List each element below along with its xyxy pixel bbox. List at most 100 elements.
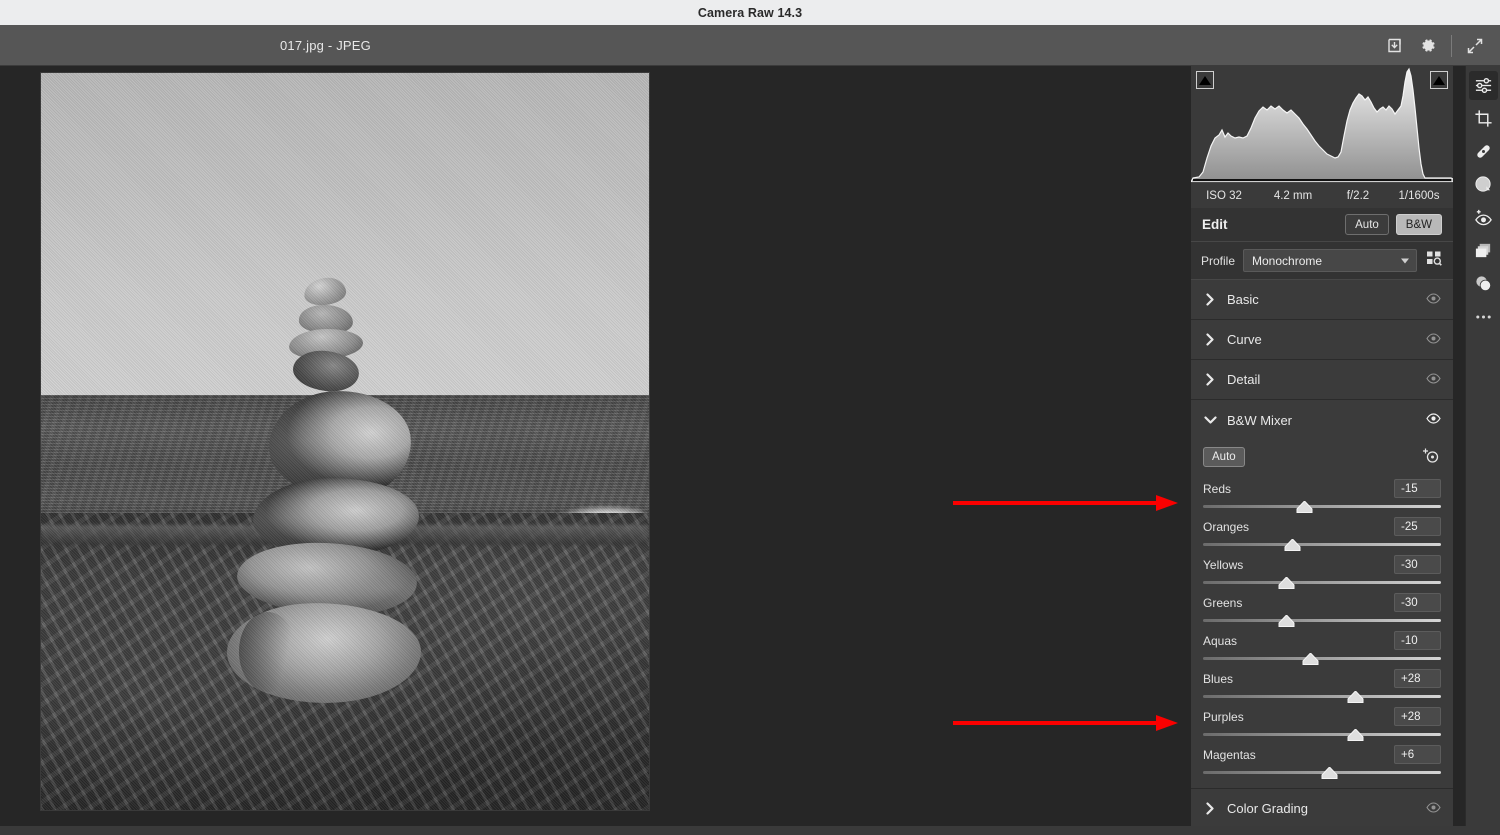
- slider-bar: [1203, 657, 1441, 660]
- stacked-layers-icon: [1475, 243, 1490, 258]
- slider-bar: [1203, 543, 1441, 546]
- slider-value-field[interactable]: -10: [1394, 631, 1441, 650]
- save-download-icon: [1387, 38, 1401, 53]
- eye-icon[interactable]: [1426, 800, 1441, 818]
- camera-raw-window: Camera Raw 14.3 017.jpg - JPEG ISO 32 4.…: [0, 0, 1500, 835]
- section-label: Detail: [1227, 372, 1261, 387]
- eye-icon[interactable]: [1426, 411, 1441, 429]
- slider-bar: [1203, 581, 1441, 584]
- crop-icon: [1474, 110, 1492, 127]
- slider-thumb[interactable]: [1278, 615, 1295, 627]
- sidebar-item-curve[interactable]: Curve: [1191, 320, 1453, 360]
- more-tool[interactable]: [1469, 302, 1498, 331]
- gear-icon: [1421, 39, 1435, 52]
- save-image-button[interactable]: [1377, 29, 1411, 63]
- profile-row: Profile Monochrome: [1191, 242, 1453, 280]
- slider-track[interactable]: [1203, 729, 1441, 741]
- filename-label: 017.jpg - JPEG: [280, 38, 371, 53]
- highlight-clipping-indicator[interactable]: [1430, 71, 1448, 89]
- slider-label: Blues: [1203, 671, 1234, 686]
- sidebar-item-detail[interactable]: Detail: [1191, 360, 1453, 400]
- profile-label: Profile: [1201, 253, 1236, 268]
- eye-icon[interactable]: [1426, 291, 1441, 309]
- image-canvas[interactable]: [0, 66, 1191, 826]
- slider-value-field[interactable]: -15: [1394, 479, 1441, 498]
- red-eye-icon: [1474, 209, 1492, 226]
- shadow-clipping-indicator[interactable]: [1196, 71, 1214, 89]
- profile-browser-button[interactable]: [1425, 249, 1443, 272]
- slider-thumb[interactable]: [1321, 767, 1338, 779]
- histogram[interactable]: [1191, 66, 1453, 182]
- slider-thumb[interactable]: [1278, 577, 1295, 589]
- section-label: B&W Mixer: [1227, 412, 1292, 428]
- slider-thumb[interactable]: [1347, 729, 1364, 741]
- bw-mixer-auto-button[interactable]: Auto: [1203, 447, 1245, 467]
- presets-tool[interactable]: [1469, 236, 1498, 265]
- slider-value-field[interactable]: +28: [1394, 669, 1441, 688]
- sidebar-item-basic[interactable]: Basic: [1191, 280, 1453, 320]
- crop-tool[interactable]: [1469, 104, 1498, 133]
- preferences-button[interactable]: [1411, 29, 1445, 63]
- sidebar-item-color-grading[interactable]: Color Grading: [1191, 789, 1453, 829]
- slider-label: Reds: [1203, 481, 1232, 496]
- slider-track[interactable]: [1203, 501, 1441, 513]
- bw-mixer-sliders: Reds -15 Oranges -25 Yellows -30 Greens -30 Aqua…: [1203, 478, 1441, 779]
- bw-mixer-body: Auto Reds -15 Oranges -25 Yellows -30 Greens -3…: [1191, 440, 1453, 789]
- slider-purples: Purples +28: [1203, 706, 1441, 741]
- arrow-to-reds-slider: [953, 495, 1178, 511]
- slider-label: Yellows: [1203, 557, 1244, 572]
- profile-value: Monochrome: [1252, 253, 1323, 268]
- targeted-adjustment-button[interactable]: [1421, 445, 1441, 470]
- arrow-shaft: [953, 501, 1156, 505]
- slider-value-field[interactable]: +6: [1394, 745, 1441, 764]
- slider-track[interactable]: [1203, 691, 1441, 703]
- slider-thumb[interactable]: [1347, 691, 1364, 703]
- slider-value-field[interactable]: +28: [1394, 707, 1441, 726]
- chevron-right-icon: [1203, 333, 1217, 346]
- masking-tool[interactable]: [1469, 170, 1498, 199]
- iso-value: ISO 32: [1206, 189, 1242, 202]
- slider-label: Aquas: [1203, 633, 1238, 648]
- slider-track[interactable]: [1203, 539, 1441, 551]
- profile-select[interactable]: Monochrome: [1243, 249, 1417, 272]
- slider-track[interactable]: [1203, 577, 1441, 589]
- red-eye-tool[interactable]: [1469, 203, 1498, 232]
- slider-label: Purples: [1203, 709, 1244, 724]
- chevron-right-icon: [1203, 293, 1217, 306]
- bw-button[interactable]: B&W: [1395, 214, 1442, 235]
- eye-icon[interactable]: [1426, 371, 1441, 389]
- slider-bar: [1203, 619, 1441, 622]
- targeted-adjustment-icon: [1423, 448, 1439, 463]
- preview-image[interactable]: [41, 73, 649, 810]
- slider-greens: Greens -30: [1203, 592, 1441, 627]
- eye-icon[interactable]: [1426, 331, 1441, 349]
- chevron-right-icon: [1203, 373, 1217, 386]
- slider-blues: Blues +28: [1203, 668, 1441, 703]
- auto-button[interactable]: Auto: [1345, 214, 1389, 235]
- snapshot-circle-icon: [1475, 276, 1491, 292]
- app-title: Camera Raw 14.3: [697, 5, 803, 20]
- slider-value-field[interactable]: -30: [1394, 555, 1441, 574]
- triangle-icon: [1199, 75, 1211, 85]
- slider-track[interactable]: [1203, 767, 1441, 779]
- snapshots-tool[interactable]: [1469, 269, 1498, 298]
- fullscreen-button[interactable]: [1458, 29, 1492, 63]
- slider-thumb[interactable]: [1284, 539, 1301, 551]
- tool-strip: [1465, 66, 1500, 835]
- slider-track[interactable]: [1203, 615, 1441, 627]
- slider-oranges: Oranges -25: [1203, 516, 1441, 551]
- slider-value-field[interactable]: -30: [1394, 593, 1441, 612]
- slider-thumb[interactable]: [1302, 653, 1319, 665]
- slider-thumb[interactable]: [1296, 501, 1313, 513]
- edit-tool[interactable]: [1468, 71, 1498, 100]
- slider-track[interactable]: [1203, 653, 1441, 665]
- sliders-icon: [1475, 77, 1491, 94]
- shutter-speed-value: 1/1600s: [1398, 189, 1440, 202]
- sidebar-item-bw-mixer[interactable]: B&W Mixer: [1191, 400, 1453, 440]
- slider-value-field[interactable]: -25: [1394, 517, 1441, 536]
- arrow-to-magentas-slider: [953, 715, 1178, 731]
- section-label: Curve: [1227, 332, 1262, 347]
- slider-aquas: Aquas -10: [1203, 630, 1441, 665]
- healing-tool[interactable]: [1469, 137, 1498, 166]
- histogram-metadata: ISO 32 4.2 mm f/2.2 1/1600s: [1191, 182, 1453, 208]
